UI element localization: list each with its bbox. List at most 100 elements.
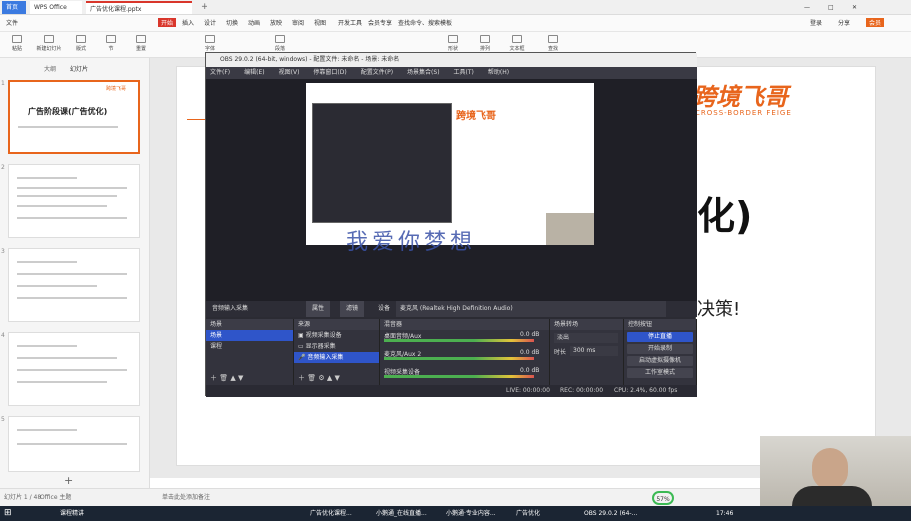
menu-slideshow[interactable]: 放映 — [270, 18, 282, 27]
taskbar-item[interactable]: 课程精讲 — [60, 507, 104, 520]
obs-menu-file[interactable]: 文件(F) — [206, 69, 230, 76]
volume-meter — [384, 357, 534, 360]
share-button[interactable]: 分享 — [838, 18, 850, 27]
rec-timer: REC: 00:00:00 — [560, 387, 604, 394]
thumb-brand: 跨境飞哥 — [106, 86, 127, 92]
scenes-dock: 场景 场景 课程 ＋ 🗑 ▲ ▼ — [206, 319, 294, 385]
taskbar-clock: 17:46 — [716, 510, 734, 517]
new-tab-button[interactable]: + — [197, 1, 207, 14]
slide-thumbnail[interactable] — [8, 416, 140, 472]
thumb-number: 2 — [1, 164, 5, 171]
device-select[interactable]: 麦克风 (Realtek High Definition Audio) — [396, 301, 666, 317]
menu-insert[interactable]: 插入 — [182, 18, 194, 27]
section-icon — [106, 35, 116, 43]
preview-webcam — [546, 213, 594, 245]
menu-file[interactable]: 文件 — [6, 18, 18, 27]
transitions-dock-title: 场景转场 — [550, 319, 623, 330]
properties-button[interactable]: 属性 — [306, 301, 331, 317]
search-command-input[interactable]: 查找命令、搜索模板 — [398, 18, 478, 27]
scenes-dock-title: 场景 — [206, 319, 293, 330]
obs-menu-scene-collection[interactable]: 场景集合(S) — [403, 69, 440, 76]
obs-menu-profile[interactable]: 配置文件(P) — [357, 69, 393, 76]
obs-menu-view[interactable]: 视图(V) — [275, 69, 300, 76]
slide-thumbnail[interactable] — [8, 164, 140, 238]
slide-counter: 幻灯片 1 / 48 — [4, 494, 42, 501]
paste-button[interactable]: 粘贴 — [4, 35, 30, 55]
studio-mode-button[interactable]: 工作室模式 — [627, 368, 693, 378]
slide-brand-logo: 跨境飞哥 — [692, 83, 788, 111]
scene-transitions-dock: 场景转场 淡出 时长 300 ms — [550, 319, 624, 385]
controls-dock: 控制按钮 停止直播 开始录制 启动虚拟摄像机 工作室模式 — [624, 319, 697, 385]
title-bar: 首页 WPS Office 广告优化课程.pptx + — □ ✕ — [0, 0, 911, 15]
obs-status-bar: LIVE: 00:00:00 REC: 00:00:00 CPU: 2.4%, … — [206, 385, 697, 397]
tab-outline[interactable]: 大纲 — [44, 64, 56, 73]
taskbar-item[interactable]: 广告优化 — [516, 507, 560, 520]
source-item[interactable]: ▣ 视频采集设备 — [294, 330, 379, 341]
menu-view[interactable]: 视图 — [314, 18, 326, 27]
obs-menu-help[interactable]: 帮助(H) — [484, 69, 509, 76]
thumb-number: 3 — [1, 248, 5, 255]
zoom-level[interactable]: 57% — [652, 491, 674, 505]
tab-home[interactable]: 首页 — [2, 1, 26, 14]
new-slide-button[interactable]: 新建幻灯片 — [34, 35, 64, 55]
notes-placeholder[interactable]: 单击此处添加备注 — [162, 489, 210, 507]
obs-menu-edit[interactable]: 编辑(E) — [240, 69, 264, 76]
slide-thumbnail[interactable] — [8, 332, 140, 406]
maximize-icon[interactable]: □ — [824, 1, 838, 14]
scene-item[interactable]: 场景 — [206, 330, 293, 341]
minimize-icon[interactable]: — — [800, 1, 814, 14]
stop-streaming-button[interactable]: 停止直播 — [627, 332, 693, 342]
source-toolbar: 音频输入采集 属性 滤镜 设备 麦克风 (Realtek High Defini… — [206, 301, 697, 317]
thumb-number: 4 — [1, 332, 5, 339]
obs-title-bar: OBS 29.0.2 (64-bit, windows) - 配置文件: 未命名… — [206, 53, 697, 67]
font-icon — [205, 35, 215, 43]
add-scene-button[interactable]: ＋ 🗑 ▲ ▼ — [210, 373, 243, 383]
menu-design[interactable]: 设计 — [204, 18, 216, 27]
slide-thumbnail[interactable]: 跨境飞哥 广告阶段课(广告优化) — [8, 80, 140, 154]
device-label: 设备 — [378, 305, 391, 312]
section-button[interactable]: 节 — [98, 35, 124, 55]
add-source-button[interactable]: ＋ 🗑 ⚙ ▲ ▼ — [298, 373, 340, 383]
obs-window[interactable]: OBS 29.0.2 (64-bit, windows) - 配置文件: 未命名… — [205, 52, 697, 397]
taskbar-item[interactable]: 小鹅通·专业内容... — [446, 507, 506, 520]
menu-animation[interactable]: 动画 — [248, 18, 260, 27]
preview-brand: 跨境飞哥 — [456, 111, 496, 122]
mixer-channel-level: 0.0 dB — [520, 367, 540, 374]
reset-button[interactable]: 重置 — [128, 35, 154, 55]
taskbar-item[interactable]: 广告优化课程... — [310, 507, 366, 520]
obs-menu-tools[interactable]: 工具(T) — [450, 69, 474, 76]
preview-capture: 跨境飞哥 — [306, 83, 594, 245]
selected-source-label: 音频输入采集 — [212, 305, 249, 312]
menu-transition[interactable]: 切换 — [226, 18, 238, 27]
tab-slides[interactable]: 幻灯片 — [70, 64, 88, 73]
layout-button[interactable]: 版式 — [68, 35, 94, 55]
source-item[interactable]: 🎤 音频输入采集 — [294, 352, 379, 363]
duration-input[interactable]: 300 ms — [570, 346, 618, 356]
source-item[interactable]: ▭ 显示器采集 — [294, 341, 379, 352]
menu-developer[interactable]: 开发工具 — [338, 18, 362, 27]
reset-icon — [136, 35, 146, 43]
transition-select[interactable]: 淡出 — [554, 333, 618, 343]
start-recording-button[interactable]: 开始录制 — [627, 344, 693, 354]
taskbar-item[interactable]: 小鹅通_在线直播... — [376, 507, 436, 520]
filters-button[interactable]: 滤镜 — [340, 301, 365, 317]
taskbar-item[interactable]: OBS 29.0.2 (64-... — [584, 507, 644, 520]
menu-home[interactable]: 开始 — [158, 18, 177, 27]
controls-dock-title: 控制按钮 — [624, 319, 696, 330]
scene-item[interactable]: 课程 — [206, 341, 293, 352]
tab-document[interactable]: 广告优化课程.pptx — [86, 1, 192, 14]
obs-preview[interactable]: 跨境飞哥 我爱你梦想 — [206, 79, 697, 301]
menu-member[interactable]: 会员专享 — [368, 18, 392, 27]
close-icon[interactable]: ✕ — [848, 1, 862, 14]
textbox-icon — [512, 35, 522, 43]
member-button[interactable]: 会员 — [866, 18, 885, 27]
tab-wps-office[interactable]: WPS Office — [30, 1, 82, 14]
start-icon[interactable]: ⊞ — [4, 507, 16, 520]
login-button[interactable]: 登录 — [810, 18, 822, 27]
menu-review[interactable]: 审阅 — [292, 18, 304, 27]
add-slide-button[interactable]: + — [64, 474, 73, 487]
obs-menu-docks[interactable]: 停靠窗口(D) — [309, 69, 346, 76]
slide-thumbnail-panel: 大纲 幻灯片 1 跨境飞哥 广告阶段课(广告优化) 2 3 4 5 + — [0, 58, 150, 488]
start-virtual-camera-button[interactable]: 启动虚拟摄像机 — [627, 356, 693, 366]
slide-thumbnail[interactable] — [8, 248, 140, 322]
